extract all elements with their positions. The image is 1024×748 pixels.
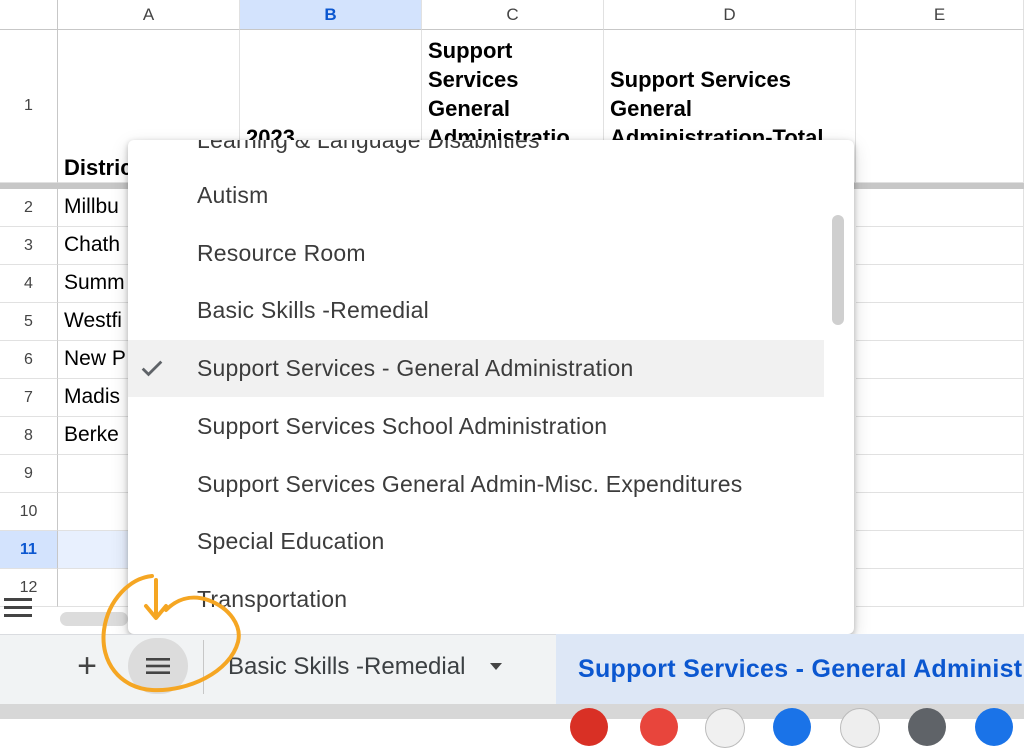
column-header-c[interactable]: C: [422, 0, 604, 30]
menu-item-label: Special Education: [197, 528, 385, 554]
menu-item-resource-room[interactable]: Resource Room: [128, 225, 824, 282]
row-header-5[interactable]: 5: [0, 303, 58, 341]
sheet-tab-label: Basic Skills -Remedial: [228, 653, 466, 680]
cell-e9[interactable]: [856, 455, 1024, 493]
menu-item-partial[interactable]: Learning & Language Disabilities: [128, 140, 824, 169]
column-header-d[interactable]: D: [604, 0, 856, 30]
cell-e4[interactable]: [856, 265, 1024, 303]
cell-e11[interactable]: [856, 531, 1024, 569]
dock-app-icon[interactable]: [640, 708, 678, 746]
cell-e2[interactable]: [856, 189, 1024, 227]
dock-app-icon[interactable]: [705, 708, 745, 748]
column-header-b[interactable]: B: [240, 0, 422, 30]
row-header-6[interactable]: 6: [0, 341, 58, 379]
cell-e10[interactable]: [856, 493, 1024, 531]
menu-item-label: Support Services - General Administratio…: [197, 355, 634, 381]
menu-item-autism[interactable]: Autism: [128, 167, 824, 224]
dropdown-arrow-icon[interactable]: [489, 662, 503, 672]
row-header-11[interactable]: 11: [0, 531, 58, 569]
menu-item-label: Autism: [197, 182, 269, 208]
menu-item-basic-skills[interactable]: Basic Skills -Remedial: [128, 282, 824, 339]
row-header-1[interactable]: 1: [0, 30, 58, 183]
menu-item-support-services-school-admin[interactable]: Support Services School Administration: [128, 398, 824, 455]
menu-item-special-education[interactable]: Special Education: [128, 513, 824, 570]
dropdown-scrollbar[interactable]: [832, 215, 844, 325]
row-header-4[interactable]: 4: [0, 265, 58, 303]
dock-app-icon[interactable]: [773, 708, 811, 746]
row-header-2[interactable]: 2: [0, 189, 58, 227]
menu-item-label: Basic Skills -Remedial: [197, 297, 429, 323]
dock-app-icon[interactable]: [908, 708, 946, 746]
cell-e3[interactable]: [856, 227, 1024, 265]
sheet-list-dropdown: Learning & Language Disabilities Autism …: [128, 140, 854, 634]
cell-e6[interactable]: [856, 341, 1024, 379]
row-header-9[interactable]: 9: [0, 455, 58, 493]
dock-app-icon[interactable]: [570, 708, 608, 746]
menu-item-label: Support Services General Admin-Misc. Exp…: [197, 471, 743, 497]
cell-e5[interactable]: [856, 303, 1024, 341]
cell-e7[interactable]: [856, 379, 1024, 417]
column-header-e[interactable]: E: [856, 0, 1024, 30]
menu-item-support-services-general-admin[interactable]: Support Services - General Administratio…: [128, 340, 824, 397]
dock-app-icon[interactable]: [840, 708, 880, 748]
menu-item-support-services-misc[interactable]: Support Services General Admin-Misc. Exp…: [128, 456, 824, 513]
row-header-10[interactable]: 10: [0, 493, 58, 531]
freeze-handle-icon[interactable]: [4, 596, 32, 617]
checkmark-icon: [141, 360, 163, 377]
row-header-7[interactable]: 7: [0, 379, 58, 417]
cell-e12[interactable]: [856, 569, 1024, 607]
sheet-tab-basic-skills[interactable]: Basic Skills -Remedial: [203, 640, 553, 694]
column-header-a[interactable]: A: [58, 0, 240, 30]
select-all-corner[interactable]: [0, 0, 58, 30]
menu-item-label: Learning & Language Disabilities: [197, 140, 540, 153]
menu-item-label: Resource Room: [197, 240, 366, 266]
sheet-tab-support-services[interactable]: Support Services - General Administratio…: [556, 634, 1024, 704]
cell-e1[interactable]: [856, 30, 1024, 183]
menu-item-label: Support Services School Administration: [197, 413, 608, 439]
dock-app-icon[interactable]: [975, 708, 1013, 746]
cell-e8[interactable]: [856, 417, 1024, 455]
row-header-3[interactable]: 3: [0, 227, 58, 265]
row-header-8[interactable]: 8: [0, 417, 58, 455]
annotation-circle-arrow-icon: [101, 574, 241, 693]
